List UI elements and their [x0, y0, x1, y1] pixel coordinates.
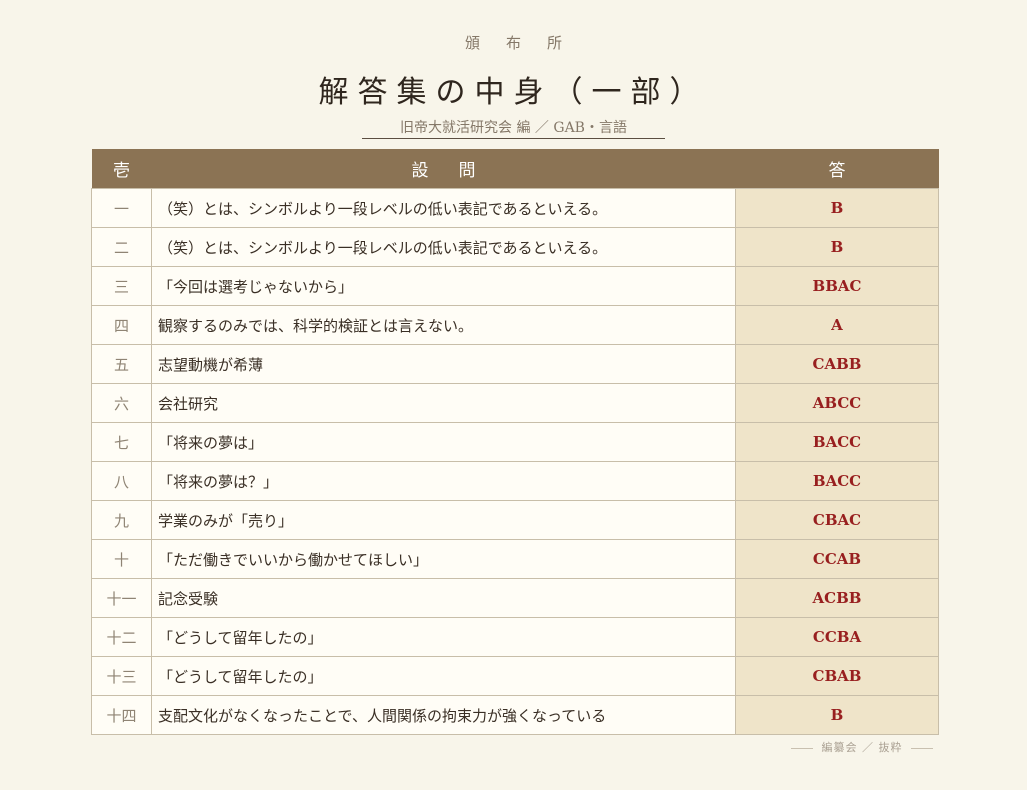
row-answer: CABB — [735, 344, 939, 384]
row-number: 一 — [91, 188, 152, 228]
row-question: 「将来の夢は？」 — [151, 461, 736, 501]
page-subtitle: 旧帝大就活研究会 編 ／ GAB・言語 — [362, 117, 665, 139]
table-row: 一 （笑）とは、シンボルより一段レベルの低い表記であるといえる。 B — [91, 188, 939, 228]
row-number: 二 — [91, 227, 152, 267]
row-number: 十一 — [91, 578, 152, 618]
subtitle-wrap: 旧帝大就活研究会 編 ／ GAB・言語 — [0, 117, 1027, 139]
table-row: 十 「ただ働きでいいから働かせてほしい」 CCAB — [91, 539, 939, 579]
header-answer: 答 — [735, 149, 939, 189]
row-question: 「ただ働きでいいから働かせてほしい」 — [151, 539, 736, 579]
table-row: 八 「将来の夢は？」 BACC — [91, 461, 939, 501]
row-question: （笑）とは、シンボルより一段レベルの低い表記であるといえる。 — [151, 188, 736, 228]
row-question: 学業のみが「売り」 — [151, 500, 736, 540]
row-answer: CCBA — [735, 617, 939, 657]
row-number: 十 — [91, 539, 152, 579]
header-question: 設問 — [151, 149, 736, 189]
page-title: 解答集の中身（一部） — [318, 75, 709, 110]
row-number: 九 — [91, 500, 152, 540]
row-answer: BBAC — [735, 266, 939, 306]
table-row: 七 「将来の夢は」 BACC — [91, 422, 939, 462]
kicker-label: 頒布所 — [464, 34, 588, 52]
row-answer: BACC — [735, 461, 939, 501]
row-question: 「どうして留年したの」 — [151, 656, 736, 696]
row-answer: B — [735, 695, 939, 735]
footer-text: 編纂会 ／ 抜粋 — [821, 741, 903, 754]
row-answer: B — [735, 188, 939, 228]
row-question: 観察するのみでは、科学的検証とは言えない。 — [151, 305, 736, 345]
row-number: 四 — [91, 305, 152, 345]
row-answer: B — [735, 227, 939, 267]
header-number: 壱 — [91, 149, 152, 189]
footer-credit: 編纂会 ／ 抜粋 — [787, 739, 937, 755]
row-number: 三 — [91, 266, 152, 306]
row-number: 十三 — [91, 656, 152, 696]
row-question: 志望動機が希薄 — [151, 344, 736, 384]
table-row: 十三 「どうして留年したの」 CBAB — [91, 656, 939, 696]
row-answer: ABCC — [735, 383, 939, 423]
row-question: 「将来の夢は」 — [151, 422, 736, 462]
row-question: 会社研究 — [151, 383, 736, 423]
row-answer: CBAC — [735, 500, 939, 540]
table-row: 二 （笑）とは、シンボルより一段レベルの低い表記であるといえる。 B — [91, 227, 939, 267]
row-question: 記念受験 — [151, 578, 736, 618]
row-number: 八 — [91, 461, 152, 501]
row-question: 支配文化がなくなったことで、人間関係の拘束力が強くなっている — [151, 695, 736, 735]
document-header: 頒布所 解答集の中身（一部） 旧帝大就活研究会 編 ／ GAB・言語 — [0, 32, 1027, 139]
row-number: 五 — [91, 344, 152, 384]
footer-rule-right — [911, 747, 933, 749]
row-question: 「どうして留年したの」 — [151, 617, 736, 657]
footer-rule-left — [791, 747, 813, 749]
row-number: 十二 — [91, 617, 152, 657]
table-row: 六 会社研究 ABCC — [91, 383, 939, 423]
row-number: 十四 — [91, 695, 152, 735]
row-question: （笑）とは、シンボルより一段レベルの低い表記であるといえる。 — [151, 227, 736, 267]
table-row: 四 観察するのみでは、科学的検証とは言えない。 A — [91, 305, 939, 345]
row-question: 「今回は選考じゃないから」 — [151, 266, 736, 306]
table-row: 五 志望動機が希薄 CABB — [91, 344, 939, 384]
table-row: 十四 支配文化がなくなったことで、人間関係の拘束力が強くなっている B — [91, 695, 939, 735]
row-answer: BACC — [735, 422, 939, 462]
row-number: 七 — [91, 422, 152, 462]
table-row: 三 「今回は選考じゃないから」 BBAC — [91, 266, 939, 306]
row-answer: CCAB — [735, 539, 939, 579]
row-answer: CBAB — [735, 656, 939, 696]
table-row: 十一 記念受験 ACBB — [91, 578, 939, 618]
table-row: 十二 「どうして留年したの」 CCBA — [91, 617, 939, 657]
answer-table: 壱 設問 答 一 （笑）とは、シンボルより一段レベルの低い表記であるといえる。 … — [91, 149, 939, 735]
table-header-row: 壱 設問 答 — [91, 149, 939, 189]
row-number: 六 — [91, 383, 152, 423]
row-answer: ACBB — [735, 578, 939, 618]
table-row: 九 学業のみが「売り」 CBAC — [91, 500, 939, 540]
row-answer: A — [735, 305, 939, 345]
